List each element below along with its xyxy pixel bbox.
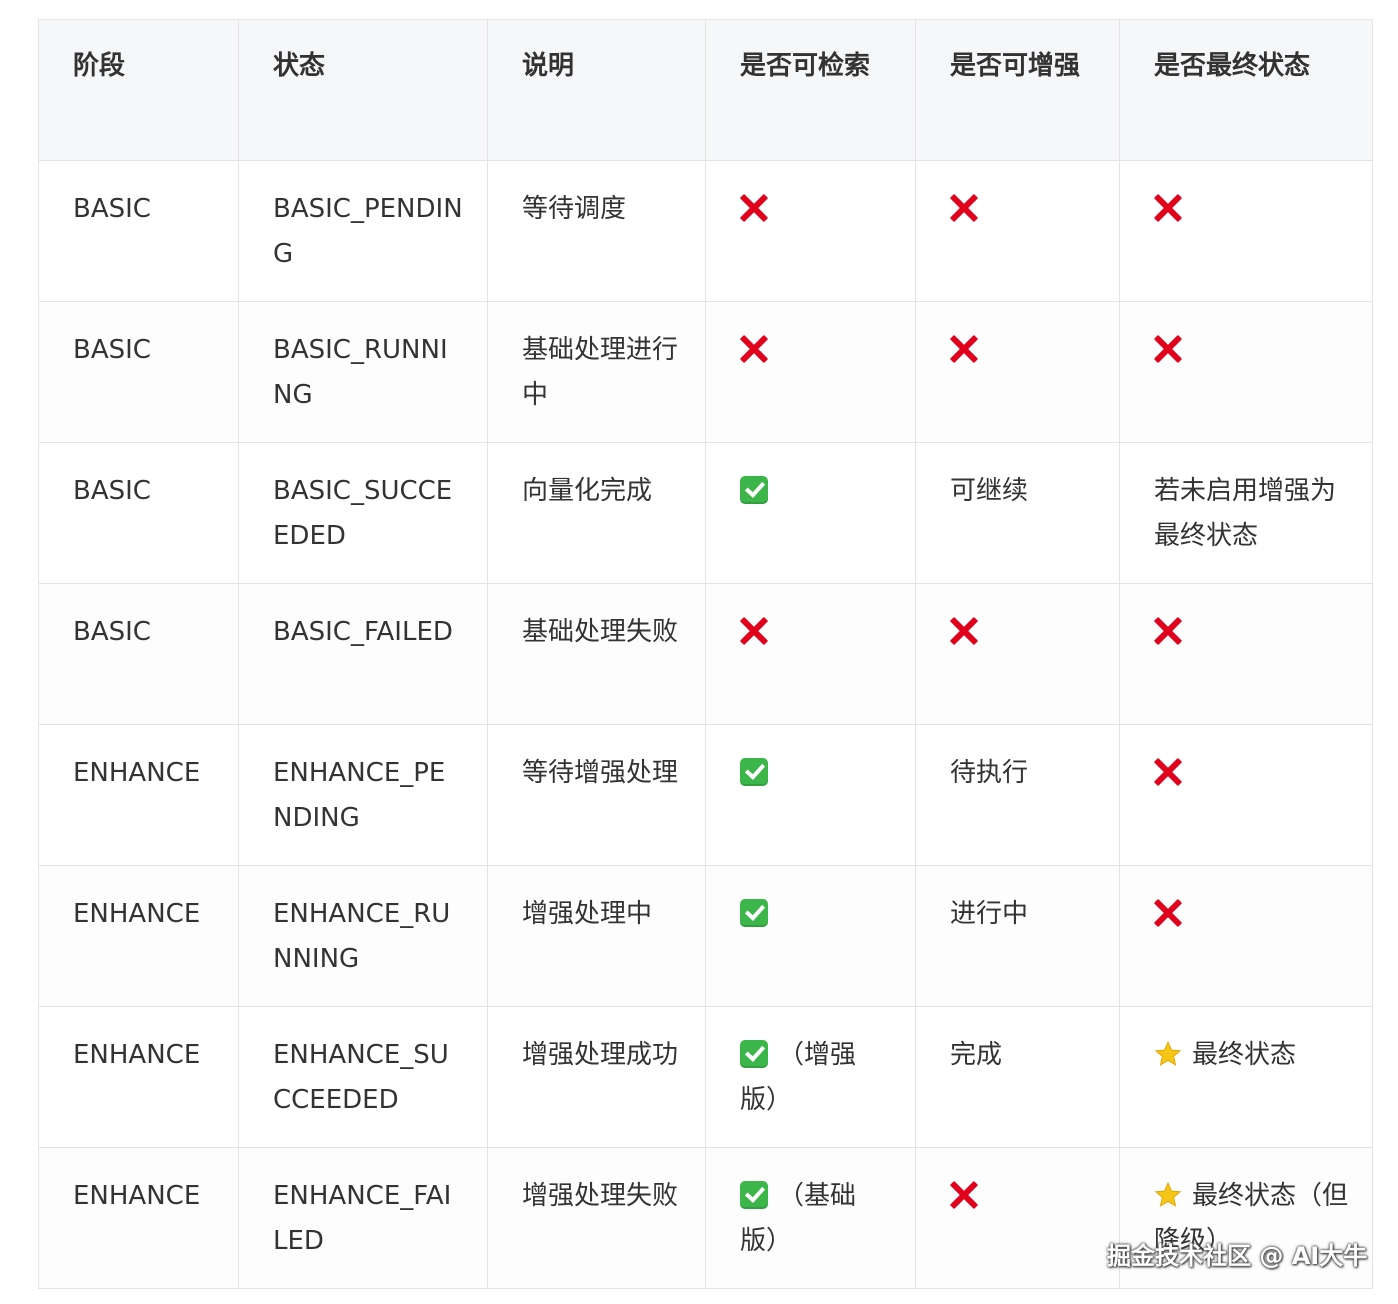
cell-enhanceable — [915, 301, 1120, 443]
header-row: 阶段 状态 说明 是否可检索 是否可增强 是否最终状态 — [38, 19, 1373, 161]
cross-mark-icon — [1154, 335, 1182, 363]
cell-phase: BASIC — [38, 583, 239, 725]
cell-searchable — [705, 865, 916, 1007]
cell-enhanceable: 可继续 — [915, 442, 1120, 584]
cell-enhanceable — [915, 1147, 1120, 1289]
cell-status: ENHANCE_RUNNING — [238, 865, 488, 1007]
cell-description: 基础处理进行中 — [487, 301, 706, 443]
cell-enhanceable-text: 完成 — [950, 1040, 1003, 1070]
cross-mark-icon — [740, 194, 768, 222]
cell-description: 等待增强处理 — [487, 724, 706, 866]
table-row: BASIC BASIC_SUCCEEDED 向量化完成 可继续 若未启用增强为最终状态 — [38, 442, 1373, 584]
cross-mark-icon — [950, 194, 978, 222]
cell-description: 增强处理中 — [487, 865, 706, 1007]
cell-phase: BASIC — [38, 301, 239, 443]
header-enhanceable: 是否可增强 — [915, 19, 1120, 161]
cell-final — [1119, 160, 1373, 302]
cell-searchable — [705, 442, 916, 584]
cross-mark-icon — [740, 335, 768, 363]
header-phase: 阶段 — [38, 19, 239, 161]
table-row: BASIC BASIC_PENDING 等待调度 — [38, 160, 1373, 302]
cell-final — [1119, 301, 1373, 443]
cell-status: ENHANCE_PENDING — [238, 724, 488, 866]
cross-mark-icon — [1154, 758, 1182, 786]
cell-searchable — [705, 724, 916, 866]
check-mark-button-icon — [740, 1040, 768, 1068]
cell-final: 最终状态 — [1119, 1006, 1373, 1148]
table-row: ENHANCE ENHANCE_FAILED 增强处理失败 （基础版） 最终状态（但降级… — [38, 1147, 1373, 1289]
cell-status: ENHANCE_FAILED — [238, 1147, 488, 1289]
cell-searchable: （基础版） — [705, 1147, 916, 1289]
check-mark-button-icon — [740, 476, 768, 504]
cell-status: ENHANCE_SUCCEEDED — [238, 1006, 488, 1148]
cell-searchable: （增强版） — [705, 1006, 916, 1148]
table-header: 阶段 状态 说明 是否可检索 是否可增强 是否最终状态 — [38, 19, 1373, 161]
header-status: 状态 — [238, 19, 488, 161]
header-searchable: 是否可检索 — [705, 19, 916, 161]
star-icon — [1154, 1181, 1182, 1209]
cell-description: 增强处理成功 — [487, 1006, 706, 1148]
table-row: ENHANCE ENHANCE_PENDING 等待增强处理 待执行 — [38, 724, 1373, 866]
cell-enhanceable-text: 进行中 — [950, 899, 1029, 929]
cell-final — [1119, 865, 1373, 1007]
cell-phase: ENHANCE — [38, 865, 239, 1007]
cell-status: BASIC_SUCCEEDED — [238, 442, 488, 584]
cell-final: 若未启用增强为最终状态 — [1119, 442, 1373, 584]
star-icon — [1154, 1040, 1182, 1068]
cross-mark-icon — [950, 617, 978, 645]
cell-phase: BASIC — [38, 442, 239, 584]
cell-phase: ENHANCE — [38, 1006, 239, 1148]
status-table: 阶段 状态 说明 是否可检索 是否可增强 是否最终状态 BASIC BASIC_P… — [38, 19, 1373, 1289]
cell-status: BASIC_FAILED — [238, 583, 488, 725]
cross-mark-icon — [1154, 899, 1182, 927]
cross-mark-icon — [950, 1181, 978, 1209]
cross-mark-icon — [740, 617, 768, 645]
cell-description: 增强处理失败 — [487, 1147, 706, 1289]
table-row: BASIC BASIC_RUNNING 基础处理进行中 — [38, 301, 1373, 443]
cell-enhanceable-text: 可继续 — [950, 476, 1029, 506]
cell-description: 基础处理失败 — [487, 583, 706, 725]
check-mark-button-icon — [740, 899, 768, 927]
header-final: 是否最终状态 — [1119, 19, 1373, 161]
cell-enhanceable — [915, 160, 1120, 302]
cell-final — [1119, 583, 1373, 725]
cell-final — [1119, 724, 1373, 866]
cell-description: 向量化完成 — [487, 442, 706, 584]
cell-final: 最终状态（但降级） — [1119, 1147, 1373, 1289]
table-row: ENHANCE ENHANCE_SUCCEEDED 增强处理成功 （增强版） 完成 最终状… — [38, 1006, 1373, 1148]
cross-mark-icon — [1154, 617, 1182, 645]
cell-searchable — [705, 301, 916, 443]
cell-status: BASIC_PENDING — [238, 160, 488, 302]
cell-enhanceable: 进行中 — [915, 865, 1120, 1007]
cell-phase: BASIC — [38, 160, 239, 302]
header-description: 说明 — [487, 19, 706, 161]
cell-searchable — [705, 160, 916, 302]
cell-phase: ENHANCE — [38, 724, 239, 866]
cell-final-text: 最终状态（但降级） — [1154, 1181, 1349, 1256]
cell-enhanceable: 完成 — [915, 1006, 1120, 1148]
table-row: BASIC BASIC_FAILED 基础处理失败 — [38, 583, 1373, 725]
table-body: BASIC BASIC_PENDING 等待调度 BASIC BASIC_RUNNING… — [38, 160, 1373, 1289]
cell-final-text: 若未启用增强为最终状态 — [1154, 476, 1337, 551]
cross-mark-icon — [1154, 194, 1182, 222]
status-table-container: 阶段 状态 说明 是否可检索 是否可增强 是否最终状态 BASIC BASIC_P… — [38, 19, 1373, 1289]
cross-mark-icon — [950, 335, 978, 363]
cell-searchable — [705, 583, 916, 725]
cell-phase: ENHANCE — [38, 1147, 239, 1289]
cell-enhanceable-text: 待执行 — [950, 758, 1029, 788]
cell-enhanceable — [915, 583, 1120, 725]
check-mark-button-icon — [740, 1181, 768, 1209]
cell-description: 等待调度 — [487, 160, 706, 302]
cell-final-text: 最终状态 — [1192, 1040, 1297, 1070]
cell-enhanceable: 待执行 — [915, 724, 1120, 866]
table-row: ENHANCE ENHANCE_RUNNING 增强处理中 进行中 — [38, 865, 1373, 1007]
check-mark-button-icon — [740, 758, 768, 786]
cell-status: BASIC_RUNNING — [238, 301, 488, 443]
